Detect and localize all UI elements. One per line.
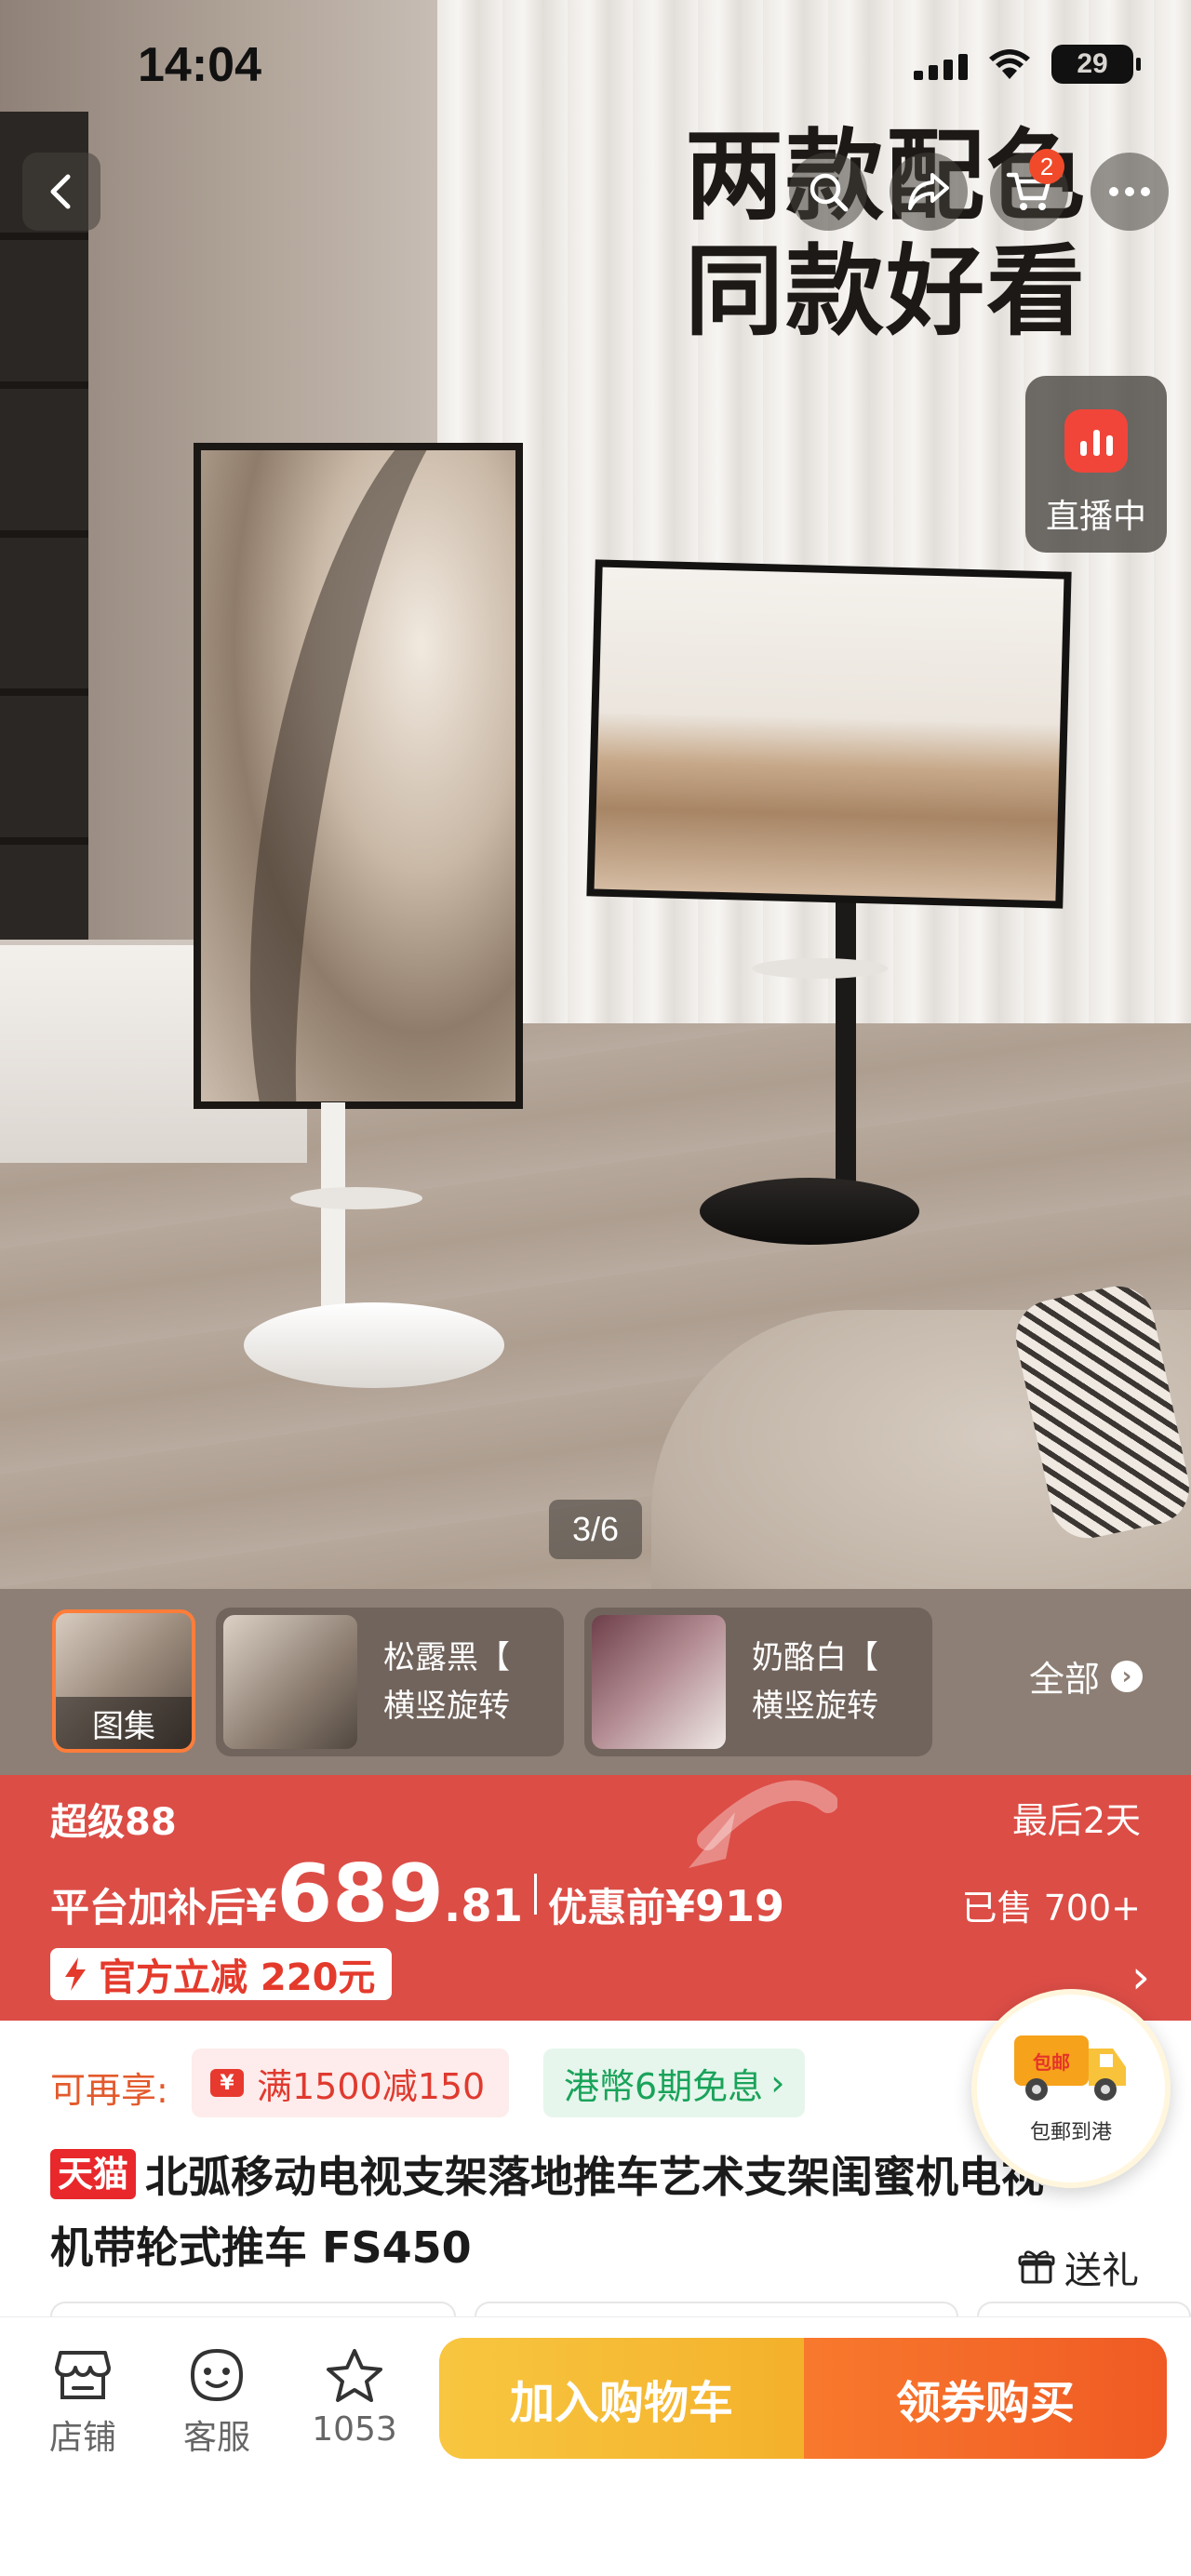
favorites-count: 1053 bbox=[312, 2410, 397, 2449]
price-row: 平台加补后 ¥ 689 .81 优惠前 ¥919 bbox=[50, 1848, 784, 1941]
star-icon bbox=[327, 2349, 382, 2402]
variant-label-line2: 横竖旋转 bbox=[383, 1688, 510, 1725]
black-stand-pole bbox=[836, 884, 856, 1200]
customer-service-icon bbox=[190, 2348, 244, 2402]
white-stand-tray bbox=[290, 1187, 422, 1209]
live-stream-button[interactable]: 直播中 bbox=[1025, 376, 1167, 553]
gift-button[interactable]: 送礼 bbox=[1018, 2240, 1139, 2294]
discount-text: 官方立减 220元 bbox=[99, 1956, 376, 1999]
gallery-label: 图集 bbox=[56, 1697, 192, 1749]
product-image-carousel[interactable]: 两款配色 同款好看 直播中 3/6 bbox=[0, 0, 1191, 1589]
price-decimal: .81 bbox=[443, 1880, 523, 1932]
store-icon bbox=[55, 2351, 111, 2399]
discount-chip: 官方立减 220元 bbox=[50, 1948, 393, 2000]
view-all-images-link[interactable]: 全部 › bbox=[1029, 1650, 1144, 1702]
free-ship-caption: 包郵到港 bbox=[1029, 2121, 1112, 2144]
live-label: 直播中 bbox=[1045, 498, 1146, 536]
cart-button[interactable]: 2 bbox=[990, 149, 1068, 231]
wifi-icon bbox=[989, 49, 1030, 79]
installment-tag[interactable]: 港幣6期免息 › bbox=[543, 2049, 806, 2117]
countdown-text: 最后2天 bbox=[1011, 1800, 1141, 1841]
white-stand-base bbox=[244, 1302, 504, 1388]
variant-image bbox=[592, 1615, 726, 1749]
variant-label-line2: 横竖旋转 bbox=[752, 1688, 878, 1725]
gallery-thumbnail[interactable]: 图集 bbox=[52, 1609, 195, 1753]
delivery-truck-icon: 包邮 bbox=[1012, 2026, 1130, 2106]
coupon-icon: ¥ bbox=[210, 2069, 244, 2097]
black-stand-tray bbox=[752, 958, 888, 979]
more-button[interactable] bbox=[1091, 153, 1169, 231]
customer-service-tab[interactable]: 客服 bbox=[156, 2347, 277, 2459]
variant-image bbox=[223, 1615, 357, 1749]
bottom-action-bar: 店铺 客服 1053 加入购物车 领券购买 bbox=[0, 2316, 1191, 2576]
favorite-tab[interactable]: 1053 bbox=[294, 2347, 415, 2449]
tmall-badge: 天猫 bbox=[50, 2149, 137, 2199]
sold-count: 已售 700+ bbox=[961, 1888, 1141, 1929]
store-tab[interactable]: 店铺 bbox=[22, 2347, 143, 2459]
status-time: 14:04 bbox=[138, 38, 261, 92]
chevron-right-icon: › bbox=[1111, 1660, 1144, 1692]
chevron-right-icon: › bbox=[1131, 1950, 1150, 2004]
view-all-label: 全部 bbox=[1029, 1659, 1101, 1700]
original-price-label: 优惠前 bbox=[547, 1885, 665, 1930]
back-icon bbox=[50, 174, 71, 209]
live-icon bbox=[1064, 409, 1128, 473]
gift-icon bbox=[1018, 2250, 1055, 2284]
variant-label-line1: 松露黑【 bbox=[383, 1639, 510, 1676]
battery-icon: 29 bbox=[1051, 45, 1141, 84]
share-icon bbox=[908, 173, 949, 210]
back-button[interactable] bbox=[22, 153, 100, 231]
free-ship-badge-text: 包邮 bbox=[1033, 2051, 1070, 2074]
headline-line-2: 同款好看 bbox=[685, 234, 1087, 349]
price-prefix: 平台加补后 bbox=[50, 1885, 247, 1930]
price-integer: 689 bbox=[276, 1848, 444, 1941]
thumbnail-strip: 图集 松露黑【 横竖旋转 奶酪白【 横竖旋转 全部 › bbox=[0, 1589, 1191, 1775]
extra-offers-label: 可再享: bbox=[50, 2070, 168, 2111]
status-bar: 14:04 29 bbox=[0, 0, 1191, 140]
cellular-signal-icon bbox=[914, 48, 968, 80]
store-label: 店铺 bbox=[48, 2419, 116, 2457]
price-banner[interactable]: 超级88 最后2天 平台加补后 ¥ 689 .81 优惠前 ¥919 已售 70… bbox=[0, 1775, 1191, 2021]
product-title: 天猫 北弧移动电视支架落地推车艺术支架闺蜜机电视机带轮式推车 FS450 bbox=[50, 2142, 1074, 2283]
cart-count-badge: 2 bbox=[1029, 149, 1064, 184]
black-stand-tv bbox=[586, 559, 1072, 909]
installment-text: 港幣6期免息 bbox=[564, 2065, 764, 2107]
variant-label-line1: 奶酪白【 bbox=[752, 1639, 878, 1676]
lightning-icon bbox=[65, 1957, 86, 1991]
more-icon bbox=[1109, 187, 1150, 196]
price-divider bbox=[533, 1874, 537, 1915]
gift-label: 送礼 bbox=[1064, 2249, 1139, 2292]
original-price: ¥919 bbox=[665, 1881, 785, 1931]
variant-truffle-black[interactable]: 松露黑【 横竖旋转 bbox=[216, 1608, 564, 1756]
add-to-cart-button[interactable]: 加入购物车 bbox=[439, 2338, 804, 2459]
chevron-right-icon: › bbox=[770, 2062, 785, 2103]
search-button[interactable] bbox=[789, 153, 867, 231]
coupon-tag[interactable]: ¥ 满1500减150 bbox=[192, 2049, 510, 2117]
coupon-text: 满1500减150 bbox=[257, 2065, 486, 2107]
white-stand-pole bbox=[321, 1102, 345, 1326]
free-shipping-badge[interactable]: 包邮 包郵到港 bbox=[971, 1989, 1171, 2188]
promo-name: 超级88 bbox=[50, 1801, 177, 1844]
search-icon bbox=[810, 173, 849, 212]
share-button[interactable] bbox=[890, 153, 968, 231]
black-stand-base bbox=[700, 1178, 919, 1245]
currency-symbol: ¥ bbox=[246, 1880, 277, 1932]
product-title-text: 北弧移动电视支架落地推车艺术支架闺蜜机电视机带轮式推车 FS450 bbox=[50, 2152, 1045, 2273]
buy-with-coupon-button[interactable]: 领券购买 bbox=[804, 2338, 1167, 2459]
customer-service-label: 客服 bbox=[182, 2419, 250, 2457]
image-page-indicator: 3/6 bbox=[549, 1500, 642, 1559]
variant-cheese-white[interactable]: 奶酪白【 横竖旋转 bbox=[584, 1608, 932, 1756]
white-stand-tv bbox=[194, 443, 523, 1109]
